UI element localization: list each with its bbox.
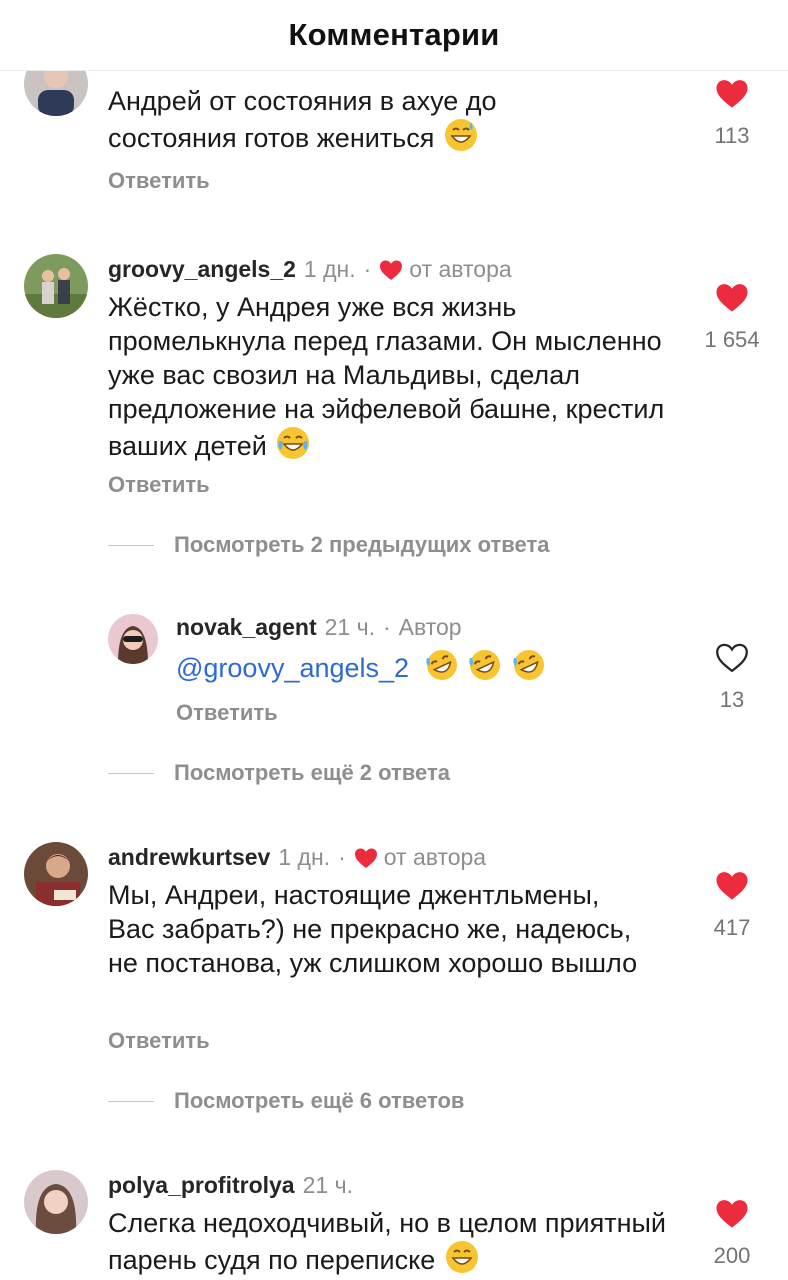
avatar[interactable] bbox=[24, 842, 88, 906]
rolling-laughing-emoji bbox=[512, 650, 544, 680]
like-button[interactable]: 1 654 bbox=[702, 282, 762, 353]
comment-meta: andrewkurtsev 1 дн. · от автора bbox=[108, 844, 486, 871]
reply-button[interactable]: Ответить bbox=[108, 1028, 210, 1054]
view-replies-button[interactable]: Посмотреть 2 предыдущих ответа bbox=[108, 532, 549, 558]
heart-filled-icon bbox=[380, 260, 403, 280]
comment-text: Слегка недоходчивый, но в целом приятный… bbox=[108, 1208, 666, 1275]
like-button[interactable]: 13 bbox=[702, 642, 762, 713]
timestamp: 1 дн. bbox=[303, 256, 356, 282]
comment-text: Андрей от состояния в ахуе до состояния … bbox=[108, 86, 497, 153]
emoji-group bbox=[423, 650, 546, 683]
like-count: 13 bbox=[719, 687, 745, 712]
view-replies-button[interactable]: Посмотреть ещё 2 ответа bbox=[108, 760, 450, 786]
divider-line bbox=[108, 544, 154, 546]
like-count: 1 654 bbox=[704, 327, 760, 352]
like-button[interactable]: 417 bbox=[702, 870, 762, 941]
like-count: 417 bbox=[713, 915, 751, 940]
author-like-label: от автора bbox=[383, 844, 487, 870]
avatar[interactable] bbox=[24, 254, 88, 318]
avatar[interactable] bbox=[108, 614, 158, 664]
timestamp: 21 ч. bbox=[302, 1172, 353, 1198]
view-replies-button[interactable]: Посмотреть ещё 6 ответов bbox=[108, 1088, 464, 1114]
rolling-laughing-emoji bbox=[425, 650, 457, 680]
heart-filled-icon bbox=[716, 1200, 748, 1228]
separator-dot: · bbox=[363, 256, 372, 282]
separator-dot: · bbox=[382, 614, 391, 640]
view-replies-label: Посмотреть 2 предыдущих ответа bbox=[174, 532, 550, 557]
comment-meta: polya_profitrolya 21 ч. bbox=[108, 1172, 353, 1199]
like-button[interactable]: 200 bbox=[702, 1198, 762, 1269]
like-count: 113 bbox=[714, 123, 750, 148]
heart-filled-icon bbox=[354, 848, 377, 868]
reply-button[interactable]: Ответить bbox=[108, 168, 210, 194]
grinning-emoji bbox=[445, 1241, 478, 1273]
page-title: Комментарии bbox=[288, 17, 500, 52]
comment-meta: groovy_angels_2 1 дн. · от автора bbox=[108, 256, 512, 283]
heart-filled-icon bbox=[716, 80, 748, 108]
rolling-laughing-emoji bbox=[469, 650, 501, 680]
tears-of-joy-emoji bbox=[277, 427, 310, 459]
avatar[interactable] bbox=[24, 1170, 88, 1234]
author-badge: Автор bbox=[398, 614, 462, 640]
divider-line bbox=[108, 772, 154, 774]
header-bar: Комментарии bbox=[0, 0, 788, 71]
timestamp: 1 дн. bbox=[278, 844, 331, 870]
author-like-label: от автора bbox=[409, 256, 512, 282]
heart-outline-icon bbox=[716, 643, 748, 673]
comment-text: Жёстко, у Андрея уже вся жизнь промелькн… bbox=[108, 292, 665, 461]
divider-line bbox=[108, 1100, 154, 1102]
separator-dot: · bbox=[338, 844, 346, 870]
reply-button[interactable]: Ответить bbox=[176, 700, 278, 726]
heart-filled-icon bbox=[716, 872, 748, 900]
comment-meta: novak_agent 21 ч. · Автор bbox=[176, 614, 462, 641]
timestamp: 21 ч. bbox=[324, 614, 375, 640]
view-replies-label: Посмотреть ещё 6 ответов bbox=[174, 1088, 465, 1113]
mention-link[interactable]: @groovy_angels_2 bbox=[176, 653, 409, 683]
heart-filled-icon bbox=[716, 284, 748, 312]
username[interactable]: novak_agent bbox=[176, 614, 317, 641]
like-count: 200 bbox=[713, 1243, 751, 1268]
like-button[interactable]: 113 bbox=[702, 78, 762, 149]
username[interactable]: groovy_angels_2 bbox=[108, 256, 296, 283]
username[interactable]: andrewkurtsev bbox=[108, 844, 270, 871]
comment-text: @groovy_angels_2 bbox=[176, 648, 676, 685]
view-replies-label: Посмотреть ещё 2 ответа bbox=[174, 760, 450, 785]
comment-text: Мы, Андреи, настоящие джентльмены, Вас з… bbox=[108, 880, 638, 978]
username[interactable]: polya_profitrolya bbox=[108, 1172, 295, 1199]
reply-button[interactable]: Ответить bbox=[108, 472, 210, 498]
grinning-sweat-emoji bbox=[444, 119, 477, 151]
